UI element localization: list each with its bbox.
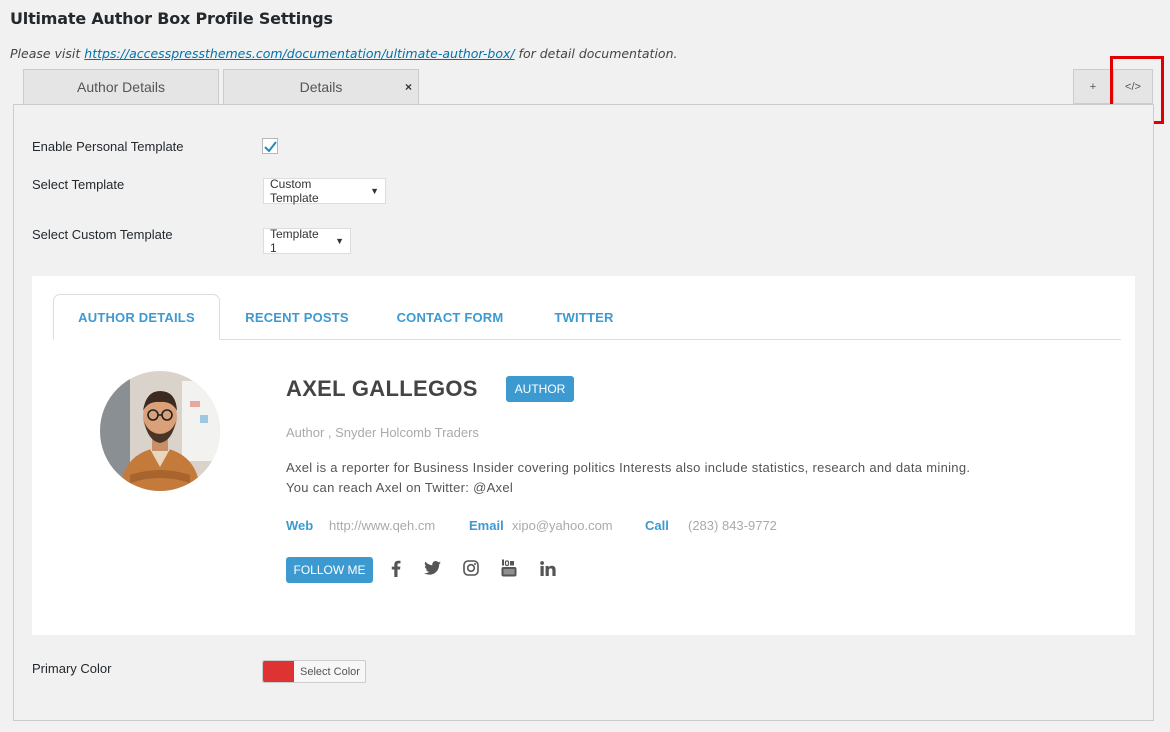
enable-personal-checkbox[interactable] xyxy=(262,138,278,154)
tab-author-details-label: Author Details xyxy=(77,79,165,95)
facebook-icon[interactable] xyxy=(387,559,405,577)
primary-color-label: Primary Color xyxy=(32,661,112,676)
primary-color-picker[interactable]: Select Color xyxy=(262,660,366,683)
tab-details-label: Details xyxy=(299,79,343,95)
tab-author-details[interactable]: Author Details xyxy=(23,69,219,104)
preview-tab-twitter[interactable]: TWITTER xyxy=(528,294,640,340)
instagram-icon[interactable] xyxy=(462,559,480,577)
enable-personal-label: Enable Personal Template xyxy=(32,139,184,154)
twitter-icon[interactable] xyxy=(423,559,441,577)
tab-details[interactable]: Details × xyxy=(223,69,419,104)
web-value[interactable]: http://www.qeh.cm xyxy=(329,518,435,533)
documentation-link[interactable]: https://accesspressthemes.com/documentat… xyxy=(84,46,514,61)
linkedin-icon[interactable] xyxy=(539,559,557,577)
web-label: Web xyxy=(286,518,314,533)
documentation-note: Please visit https://accesspressthemes.c… xyxy=(10,46,677,61)
preview-tab-author-details[interactable]: AUTHOR DETAILS xyxy=(53,294,220,340)
preview-tab-recent-posts[interactable]: RECENT POSTS xyxy=(222,294,372,340)
color-swatch xyxy=(263,661,294,682)
close-icon[interactable]: × xyxy=(405,80,412,94)
call-label: Call xyxy=(645,518,669,533)
author-role-badge: AUTHOR xyxy=(506,376,574,402)
email-value[interactable]: xipo@yahoo.com xyxy=(512,518,613,533)
author-bio: Axel is a reporter for Business Insider … xyxy=(286,458,1086,498)
chevron-down-icon: ▼ xyxy=(335,236,344,246)
note-suffix: for detail documentation. xyxy=(514,46,678,61)
checkmark-icon xyxy=(263,140,277,152)
author-avatar xyxy=(100,371,220,491)
author-name: AXEL GALLEGOS xyxy=(286,376,478,401)
preview-tab-contact-form[interactable]: CONTACT FORM xyxy=(374,294,526,340)
youtube-icon[interactable] xyxy=(500,559,518,577)
select-custom-template-label: Select Custom Template xyxy=(32,227,173,242)
select-template-dropdown[interactable]: Custom Template ▼ xyxy=(263,177,386,205)
email-label: Email xyxy=(469,518,504,533)
author-company: Author , Snyder Holcomb Traders xyxy=(286,425,479,440)
chevron-down-icon: ▼ xyxy=(370,186,379,196)
select-custom-template-value: Template 1 xyxy=(270,227,319,255)
select-custom-template-dropdown[interactable]: Template 1 ▼ xyxy=(263,227,351,255)
add-tab-button[interactable]: + xyxy=(1073,69,1113,104)
select-color-label: Select Color xyxy=(300,665,360,678)
author-bio-line: Axel is a reporter for Business Insider … xyxy=(286,460,971,475)
call-value: (283) 843-9772 xyxy=(688,518,777,533)
author-photo xyxy=(100,371,220,491)
note-prefix: Please visit xyxy=(10,46,85,61)
settings-page: Ultimate Author Box Profile Settings Ple… xyxy=(0,0,1170,732)
page-title: Ultimate Author Box Profile Settings xyxy=(10,9,333,28)
follow-me-button[interactable]: FOLLOW ME xyxy=(286,557,373,583)
select-template-label: Select Template xyxy=(32,177,125,192)
author-bio-line: You can reach Axel on Twitter: @Axel xyxy=(286,480,514,495)
select-template-value: Custom Template xyxy=(270,177,319,205)
